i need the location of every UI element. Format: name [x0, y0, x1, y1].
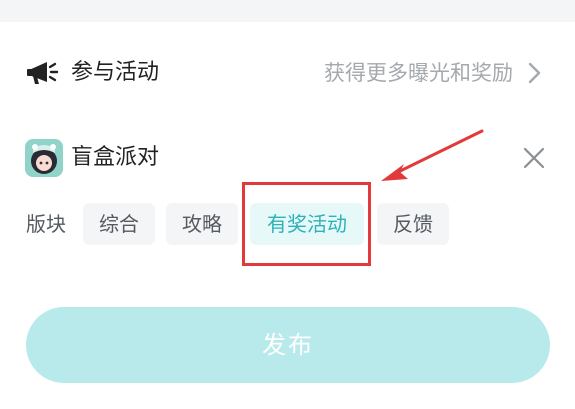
- annotation-highlight-box: [242, 182, 371, 266]
- join-activity-hint: 获得更多曝光和奖励: [324, 61, 513, 85]
- join-activity-title: 参与活动: [71, 60, 160, 85]
- chevron-right-icon: [528, 62, 541, 84]
- section-chip-feedback[interactable]: 反馈: [377, 203, 449, 245]
- annotation-arrow-icon: [381, 129, 484, 181]
- section-chip-general[interactable]: 综合: [83, 203, 155, 245]
- megaphone-icon: [27, 62, 59, 84]
- close-icon[interactable]: [521, 145, 547, 171]
- top-divider-strip: [0, 0, 575, 22]
- join-activity-row[interactable]: 参与活动 获得更多曝光和奖励: [0, 44, 575, 104]
- game-name: 盲盒派对: [71, 145, 160, 170]
- section-chip-guides[interactable]: 攻略: [166, 203, 238, 245]
- game-avatar-icon: [25, 139, 63, 177]
- section-label: 版块: [26, 212, 66, 236]
- publish-button[interactable]: 发布: [26, 307, 550, 383]
